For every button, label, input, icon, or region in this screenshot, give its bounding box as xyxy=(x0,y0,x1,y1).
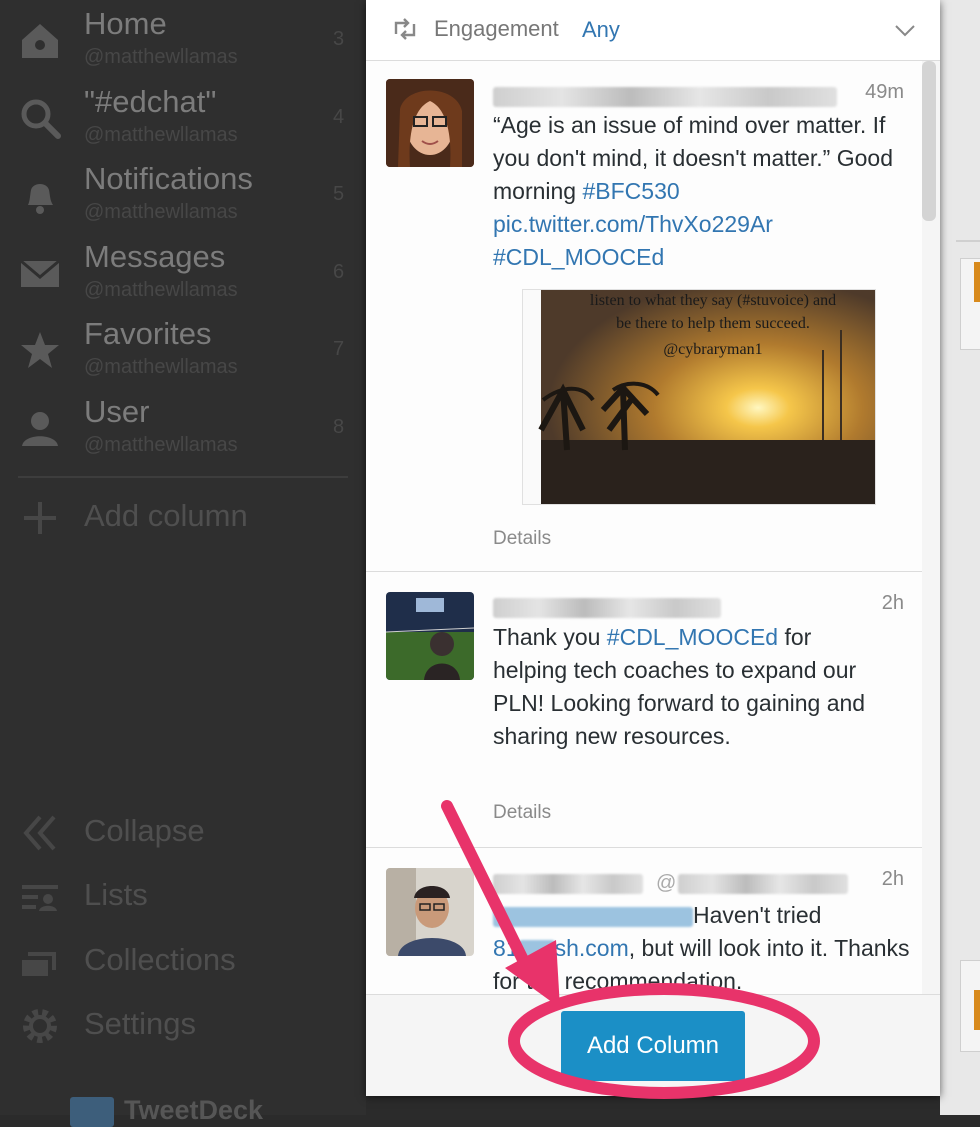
tweet-item[interactable]: @ 2h Haven't tried 81 sh.com, but will loo… xyxy=(366,848,922,994)
background-badge xyxy=(974,262,980,302)
user-icon xyxy=(18,406,62,450)
sidebar: Home @matthewllamas 3 "#edchat" @matthew… xyxy=(0,0,366,1127)
collapse-label: Collapse xyxy=(84,813,205,848)
tweet-text-segment: “Age is an issue of mind over matter. If… xyxy=(493,112,893,204)
modal-footer: Add Column xyxy=(366,994,940,1096)
avatar[interactable] xyxy=(386,592,474,680)
nav-item-messages[interactable]: Messages @matthewllamas 6 xyxy=(0,233,366,309)
website-link[interactable]: sh.com xyxy=(555,935,629,961)
tweet-time: 2h xyxy=(881,868,904,890)
background-badge xyxy=(974,990,980,1030)
double-chevron-left-icon xyxy=(18,811,62,855)
brand-name: TweetDeck xyxy=(124,1095,264,1125)
nav-label: Messages xyxy=(84,239,226,274)
tweet-image[interactable]: listen to what they say (#stuvoice) and … xyxy=(522,289,876,505)
tweet-text-segment: , but will look into it. Tha xyxy=(628,935,874,961)
hashtag-link[interactable]: #BFC530 xyxy=(582,178,679,204)
add-column-modal: Engagement Any 49m “Age is an issue of m… xyxy=(366,0,940,1096)
settings-label: Settings xyxy=(84,1006,197,1041)
scrollbar-thumb[interactable] xyxy=(922,61,936,221)
nav-shortcut: 4 xyxy=(333,106,345,128)
image-caption-line: listen to what they say (#stuvoice) and xyxy=(590,292,836,309)
nav-item-favorites[interactable]: Favorites @matthewllamas 7 xyxy=(0,310,366,386)
collections-link[interactable]: Collections xyxy=(0,932,366,992)
nav-handle: @matthewllamas xyxy=(84,124,238,146)
hashtag-link[interactable]: #CDL_MOOCEd xyxy=(493,244,664,270)
background-column xyxy=(940,0,980,1115)
plus-icon xyxy=(18,496,62,540)
search-icon xyxy=(18,96,62,140)
nav-handle: @matthewllamas xyxy=(84,434,238,456)
nav-label: Notifications xyxy=(84,161,253,196)
nav-item-edchat[interactable]: "#edchat" @matthewllamas 4 xyxy=(0,78,366,154)
author-name-blurred[interactable] xyxy=(493,598,721,618)
nav-handle: @matthewllamas xyxy=(84,279,238,301)
author-handle: @ xyxy=(656,872,677,894)
tweet-time: 49m xyxy=(865,81,904,103)
tweet-text: Haven't tried 81 sh.com, but will look int… xyxy=(493,899,913,994)
nav-shortcut: 6 xyxy=(333,261,345,283)
tweet-text: Thank you #CDL_MOOCEd for helping tech c… xyxy=(493,621,883,753)
envelope-icon xyxy=(18,251,62,295)
tweet-item[interactable]: 49m “Age is an issue of mind over matter… xyxy=(366,61,922,572)
image-caption-line: be there to help them succeed. xyxy=(616,315,810,332)
details-link[interactable]: Details xyxy=(493,528,551,550)
hashtag-link[interactable]: #CDL_MOOCEd xyxy=(607,624,778,650)
settings-link[interactable]: Settings xyxy=(0,996,366,1056)
list-icon xyxy=(18,875,62,919)
lists-link[interactable]: Lists xyxy=(0,867,366,927)
lists-label: Lists xyxy=(84,877,148,912)
nav-label: Favorites xyxy=(84,316,212,351)
add-column-label: Add column xyxy=(84,498,248,533)
chevron-down-icon[interactable] xyxy=(893,18,917,42)
author-handle-blurred[interactable] xyxy=(678,874,848,894)
author-name-blurred[interactable] xyxy=(493,87,837,107)
nav-shortcut: 5 xyxy=(333,183,345,205)
star-icon xyxy=(18,328,62,372)
tweet-text-segment: Haven't tried xyxy=(693,902,822,928)
author-name-blurred[interactable] xyxy=(493,874,643,894)
nav-handle: @matthewllamas xyxy=(84,201,238,223)
avatar[interactable] xyxy=(386,868,474,956)
tweet-text: “Age is an issue of mind over matter. If… xyxy=(493,109,909,274)
link-blurred[interactable] xyxy=(518,940,555,960)
nav-shortcut: 8 xyxy=(333,416,345,438)
image-caption-line: @cybraryman1 xyxy=(663,341,762,358)
retweet-icon xyxy=(392,18,418,40)
nav-shortcut: 7 xyxy=(333,338,345,360)
background-divider xyxy=(956,240,980,242)
bell-icon xyxy=(18,173,62,217)
engagement-filter[interactable]: Engagement Any xyxy=(366,0,940,61)
avatar[interactable] xyxy=(386,79,474,167)
collections-icon xyxy=(18,940,62,984)
nav-handle: @matthewllamas xyxy=(84,46,238,68)
website-link[interactable]: 81 xyxy=(493,935,519,961)
nav-handle: @matthewllamas xyxy=(84,356,238,378)
collapse-link[interactable]: Collapse xyxy=(0,803,366,863)
pic-link[interactable]: pic.twitter.com/ThvXo229Ar xyxy=(493,211,773,237)
tweet-text-segment: Thank you xyxy=(493,624,607,650)
home-icon xyxy=(18,18,62,62)
sidebar-divider xyxy=(18,476,348,478)
nav-item-user[interactable]: User @matthewllamas 8 xyxy=(0,388,366,464)
tweet-item[interactable]: 2h Thank you #CDL_MOOCEd for helping tec… xyxy=(366,572,922,848)
filter-value[interactable]: Any xyxy=(582,17,620,43)
details-link[interactable]: Details xyxy=(493,802,551,824)
tweetdeck-bird-icon xyxy=(70,1097,114,1127)
tweet-list[interactable]: 49m “Age is an issue of mind over matter… xyxy=(366,61,940,994)
filter-label: Engagement xyxy=(434,16,559,41)
nav-item-home[interactable]: Home @matthewllamas 3 xyxy=(0,0,366,76)
nav-label: "#edchat" xyxy=(84,84,217,119)
add-column-button[interactable]: Add Column xyxy=(561,1011,745,1081)
mention-link-blurred[interactable] xyxy=(493,907,693,927)
nav-shortcut: 3 xyxy=(333,28,345,50)
nav-label: Home xyxy=(84,6,167,41)
gear-icon xyxy=(18,1004,62,1048)
tweet-time: 2h xyxy=(881,592,904,614)
collections-label: Collections xyxy=(84,942,236,977)
add-column-link[interactable]: Add column xyxy=(0,488,366,548)
nav-item-notifications[interactable]: Notifications @matthewllamas 5 xyxy=(0,155,366,231)
nav-label: User xyxy=(84,394,150,429)
